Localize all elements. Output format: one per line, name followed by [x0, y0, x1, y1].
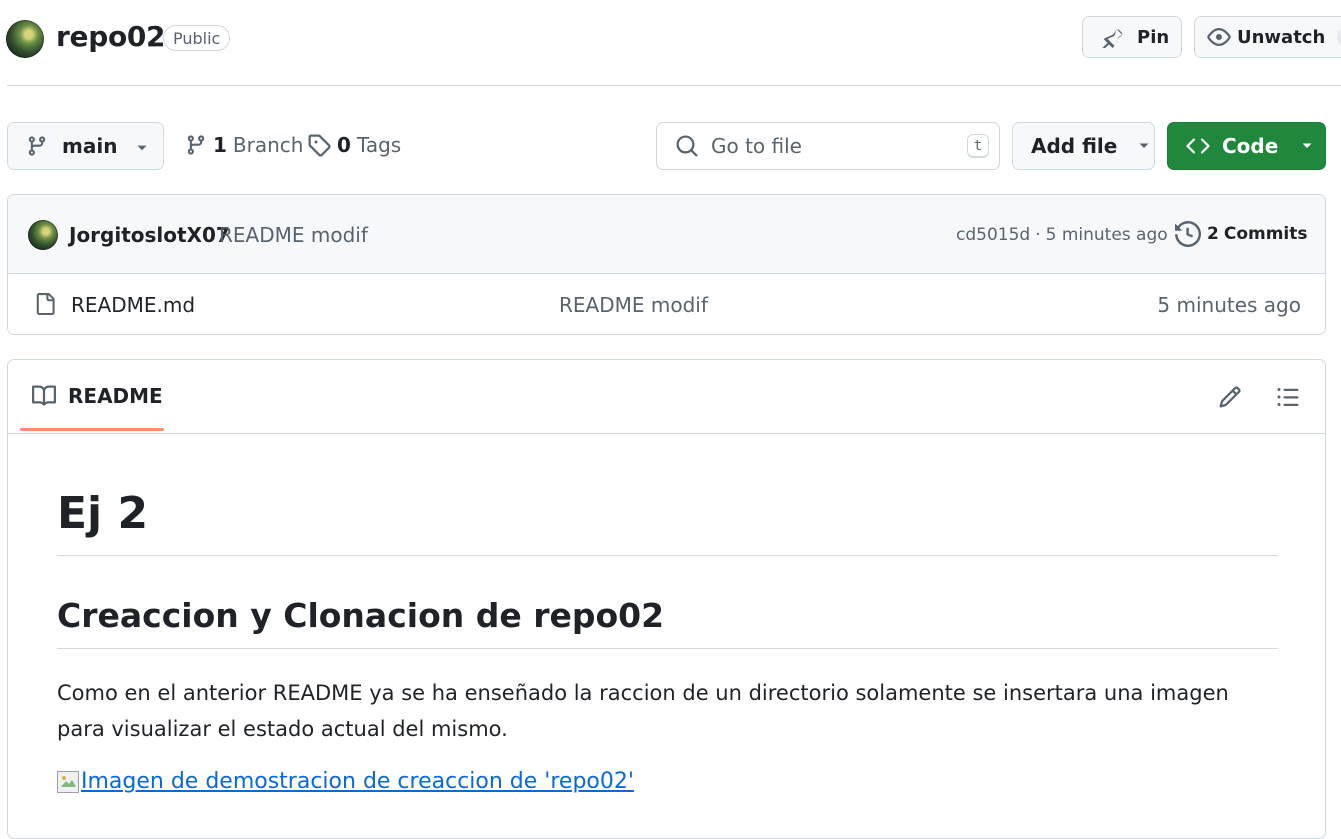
- triangle-down-icon: [1137, 139, 1151, 153]
- commits-label: Commits: [1223, 224, 1308, 244]
- file-commit-message[interactable]: README modif: [559, 293, 708, 317]
- image-alt-link-text[interactable]: Imagen de demostracion de creaccion de '…: [81, 769, 634, 794]
- unwatch-label: Unwatch: [1237, 26, 1326, 48]
- commit-sha[interactable]: cd5015d: [956, 225, 1030, 245]
- branches-label: Branch: [232, 133, 304, 157]
- readme-heading-2: Creaccion y Clonacion de repo02: [57, 596, 665, 635]
- header-divider: [7, 85, 1341, 86]
- branches-link[interactable]: 1 Branch: [185, 133, 303, 157]
- tags-label: Tags: [356, 133, 402, 157]
- triangle-down-icon: [1300, 139, 1314, 153]
- add-file-button[interactable]: Add file: [1012, 122, 1155, 170]
- file-commit-time: 5 minutes ago: [1157, 293, 1301, 317]
- file-row[interactable]: README.md README modif 5 minutes ago: [8, 274, 1325, 334]
- triangle-down-icon: [135, 139, 149, 153]
- heading-2-rule: [57, 648, 1278, 649]
- code-icon: [1186, 134, 1210, 158]
- tags-count: 0: [337, 133, 351, 157]
- code-button[interactable]: Code: [1167, 122, 1326, 170]
- git-branch-icon: [26, 135, 48, 157]
- history-icon: [1175, 221, 1201, 247]
- commit-message[interactable]: README modif: [219, 223, 368, 247]
- commits-count: 2: [1207, 224, 1219, 244]
- readme-paragraph: Como en el anterior README ya se ha ense…: [57, 681, 1229, 741]
- eye-icon: [1207, 25, 1231, 49]
- readme-header: README: [8, 360, 1325, 434]
- active-tab-underline: [20, 428, 164, 431]
- add-file-label: Add file: [1031, 134, 1118, 158]
- repo-name[interactable]: repo02: [56, 20, 166, 53]
- readme-panel: README Ej 2 Creaccion y Clonacion de rep…: [7, 359, 1326, 839]
- branch-select-button[interactable]: main: [7, 122, 164, 170]
- visibility-badge: Public: [163, 25, 231, 51]
- readme-image-link[interactable]: Imagen de demostracion de creaccion de '…: [57, 769, 634, 794]
- file-browser: JorgitoslotX07 README modif cd5015d · 5 …: [7, 194, 1326, 335]
- tab-readme-label: README: [68, 384, 163, 408]
- meta-separator: ·: [1035, 225, 1041, 245]
- pin-button[interactable]: Pin: [1082, 16, 1182, 58]
- watch-count: 1: [1337, 26, 1341, 48]
- list-unordered-icon[interactable]: [1276, 385, 1300, 409]
- file-name[interactable]: README.md: [71, 293, 195, 317]
- commit-meta: cd5015d · 5 minutes ago: [956, 225, 1168, 245]
- commit-time: 5 minutes ago: [1045, 225, 1168, 245]
- heading-1-rule: [57, 555, 1278, 556]
- unwatch-button[interactable]: Unwatch 1: [1194, 16, 1341, 58]
- broken-image-icon: [57, 771, 79, 793]
- git-branch-icon: [185, 133, 207, 157]
- commit-author-avatar[interactable]: [28, 220, 58, 250]
- book-icon: [32, 384, 56, 408]
- file-icon: [34, 292, 56, 316]
- search-placeholder: Go to file: [711, 134, 802, 158]
- code-label: Code: [1222, 134, 1279, 158]
- latest-commit-row: JorgitoslotX07 README modif cd5015d · 5 …: [8, 195, 1325, 274]
- tab-readme[interactable]: README: [32, 384, 163, 408]
- pencil-icon[interactable]: [1218, 385, 1242, 409]
- search-icon: [675, 134, 699, 158]
- branch-name: main: [62, 134, 118, 158]
- go-to-file-search[interactable]: Go to file t: [656, 122, 1000, 170]
- readme-heading-1: Ej 2: [57, 488, 149, 539]
- commit-author[interactable]: JorgitoslotX07: [69, 223, 230, 247]
- pin-label: Pin: [1137, 26, 1170, 48]
- repo-owner-avatar[interactable]: [6, 20, 44, 58]
- commits-link[interactable]: 2 Commits: [1175, 221, 1308, 247]
- search-shortcut-key: t: [967, 134, 989, 158]
- pin-icon: [1101, 26, 1123, 48]
- tag-icon: [307, 133, 331, 157]
- branches-count: 1: [213, 133, 227, 157]
- tags-link[interactable]: 0 Tags: [307, 133, 401, 157]
